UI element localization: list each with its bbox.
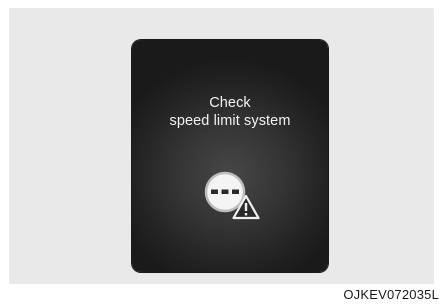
warning-message-line2: speed limit system: [169, 113, 291, 129]
speed-limit-warning-icon: [199, 163, 269, 223]
cluster-display: Check speed limit system: [132, 40, 328, 272]
warning-message-line1: Check: [209, 95, 251, 111]
figure-code: OJKEV072035L: [343, 287, 439, 302]
